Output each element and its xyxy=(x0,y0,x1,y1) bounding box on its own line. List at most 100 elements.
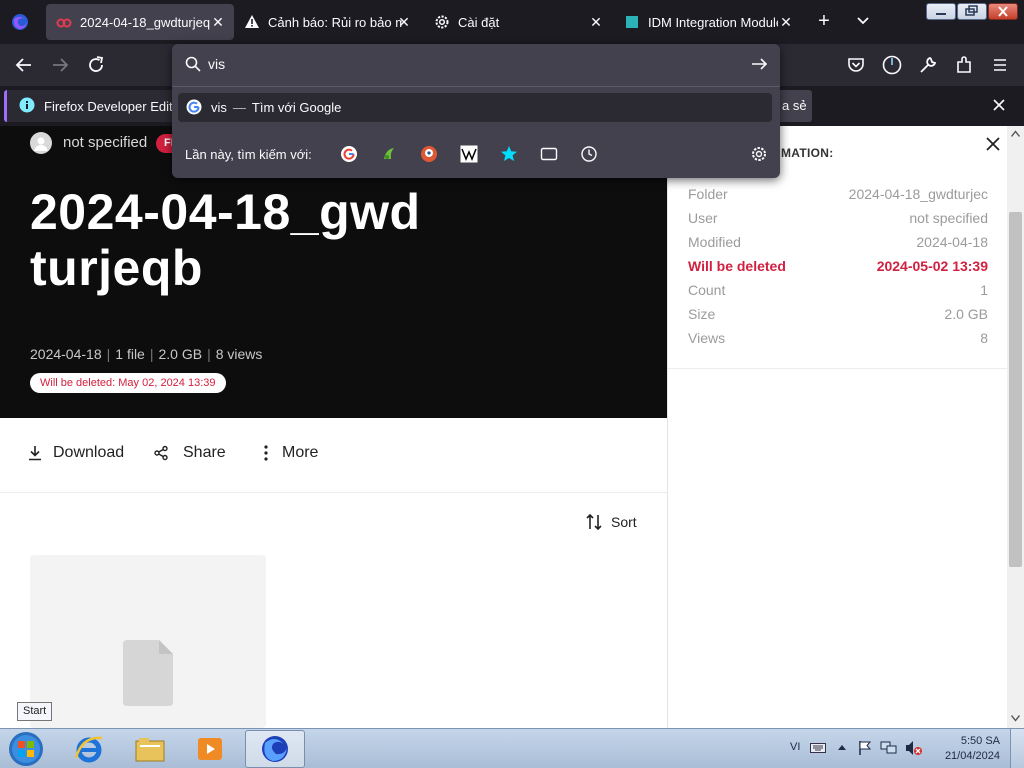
duckduckgo-icon[interactable] xyxy=(420,145,438,163)
google-icon[interactable] xyxy=(340,145,358,163)
share-label: Share xyxy=(183,444,226,461)
extensions-icon[interactable] xyxy=(952,53,976,77)
more-button[interactable]: More xyxy=(258,444,318,462)
bookmarks-star-icon[interactable] xyxy=(500,145,518,163)
share-button[interactable]: Share xyxy=(153,444,226,462)
language-indicator[interactable]: VI xyxy=(790,741,800,753)
search-with-label: Lần này, tìm kiếm với: xyxy=(185,147,312,162)
action-center-flag-icon[interactable] xyxy=(857,740,873,756)
meta-file-count: 1 file xyxy=(115,346,145,362)
tab-settings[interactable]: Cài đặt ✕ xyxy=(426,4,612,40)
tab-security-warning[interactable]: Cảnh báo: Rủi ro bảo mật ✕ xyxy=(236,4,420,40)
info-row-size: Size 2.0 GB xyxy=(688,302,988,326)
deletion-pill: Will be deleted: May 02, 2024 13:39 xyxy=(30,373,226,393)
divider xyxy=(668,368,1007,369)
forward-button[interactable] xyxy=(48,53,72,77)
show-desktop-button[interactable] xyxy=(1010,729,1024,768)
cloud-link-icon xyxy=(56,14,72,30)
info-row-folder: Folder 2024-04-18_gwdturjec xyxy=(688,182,988,206)
info-value: 1 xyxy=(980,282,988,298)
restore-window-button[interactable] xyxy=(957,3,987,20)
info-row-will-be-deleted: Will be deleted 2024-05-02 13:39 xyxy=(688,254,988,278)
warning-triangle-icon xyxy=(244,14,260,30)
info-row-views: Views 8 xyxy=(688,326,988,350)
close-window-button[interactable] xyxy=(988,3,1018,20)
more-vertical-icon xyxy=(258,444,274,462)
list-tabs-button[interactable] xyxy=(852,10,874,32)
suggestion-text: vis — Tìm với Google xyxy=(211,100,341,115)
address-input[interactable] xyxy=(208,53,748,75)
history-clock-icon[interactable] xyxy=(580,145,598,163)
close-tab-icon[interactable]: ✕ xyxy=(208,12,228,32)
close-tab-icon[interactable]: ✕ xyxy=(776,12,796,32)
internet-explorer-icon[interactable] xyxy=(72,732,106,766)
show-hidden-icons-icon[interactable] xyxy=(836,742,848,754)
download-button[interactable]: Download xyxy=(26,444,124,462)
file-meta: 2024-04-18 | 1 file | 2.0 GB | 8 views xyxy=(30,346,262,362)
avatar xyxy=(30,132,52,154)
keyboard-icon[interactable] xyxy=(810,742,826,754)
file-thumbnail-card[interactable] xyxy=(30,555,266,728)
tab-strip: 2024-04-18_gwdturjeqb | ✕ Cảnh báo: Rủi … xyxy=(0,0,1024,44)
info-label: Folder xyxy=(688,186,728,202)
action-toolbar: Download Share More xyxy=(0,418,667,493)
lucky-green-icon[interactable] xyxy=(380,145,398,163)
scroll-down-arrow-icon[interactable] xyxy=(1011,714,1020,722)
meta-separator: | xyxy=(149,346,154,362)
meta-separator: | xyxy=(106,346,111,362)
back-button[interactable] xyxy=(12,53,36,77)
scroll-up-arrow-icon[interactable] xyxy=(1011,130,1020,138)
tab-idm-module[interactable]: IDM Integration Module ext ✕ xyxy=(616,4,802,40)
close-notification-icon[interactable] xyxy=(990,96,1008,114)
new-tab-button[interactable]: + xyxy=(813,10,835,32)
tab-dl-page[interactable]: 2024-04-18_gwdturjeqb | ✕ xyxy=(46,4,234,40)
tab-title: 2024-04-18_gwdturjeqb | xyxy=(80,14,210,30)
page-scrollbar[interactable] xyxy=(1007,126,1024,728)
sort-button[interactable]: Sort xyxy=(585,512,637,532)
file-icon xyxy=(123,640,173,706)
wikipedia-icon[interactable] xyxy=(460,145,478,163)
firefox-taskbar-button[interactable] xyxy=(245,730,305,768)
info-row-count: Count 1 xyxy=(688,278,988,302)
pocket-icon[interactable] xyxy=(844,53,868,77)
app-menu-icon[interactable] xyxy=(988,53,1012,77)
tabs-icon[interactable] xyxy=(540,145,558,163)
search-icon xyxy=(184,55,202,73)
search-settings-gear-icon[interactable] xyxy=(750,145,768,163)
divider xyxy=(172,86,780,87)
clock[interactable]: 5:50 SA 21/04/2024 xyxy=(930,734,1000,764)
network-icon[interactable] xyxy=(880,740,898,756)
more-label: More xyxy=(282,444,319,461)
info-label: Views xyxy=(688,330,726,346)
start-tooltip: Start xyxy=(17,702,53,721)
info-value: 2024-05-02 13:39 xyxy=(876,258,988,274)
suggestion-row[interactable]: vis — Tìm với Google xyxy=(178,93,772,122)
file-explorer-icon[interactable] xyxy=(133,733,167,765)
minimize-window-button[interactable] xyxy=(926,3,956,20)
info-value: 2024-04-18 xyxy=(916,234,988,250)
windows-taskbar: VI 5:50 SA 21/04/2024 xyxy=(0,728,1024,768)
start-button[interactable] xyxy=(6,729,46,768)
go-arrow-icon[interactable] xyxy=(750,55,768,73)
info-row-modified: Modified 2024-04-18 xyxy=(688,230,988,254)
clock-time: 5:50 SA xyxy=(960,735,1000,747)
info-value: 8 xyxy=(980,330,988,346)
media-player-icon[interactable] xyxy=(194,733,226,765)
gear-icon xyxy=(434,14,450,30)
address-bar-popup: vis — Tìm với Google Lần này, tìm kiếm v… xyxy=(172,44,780,178)
info-row-user: User not specified xyxy=(688,206,988,230)
info-value: not specified xyxy=(909,210,988,226)
close-tab-icon[interactable]: ✕ xyxy=(586,12,606,32)
download-icon xyxy=(26,444,44,462)
meta-views: 8 views xyxy=(215,346,263,362)
close-tab-icon[interactable]: ✕ xyxy=(394,12,414,32)
close-sidebar-icon[interactable] xyxy=(984,135,1002,153)
scroll-thumb[interactable] xyxy=(1009,212,1022,567)
volume-muted-icon[interactable] xyxy=(905,740,923,756)
puzzle-icon xyxy=(624,14,640,30)
meta-size: 2.0 GB xyxy=(158,346,203,362)
reload-button[interactable] xyxy=(84,53,108,77)
wrench-icon[interactable] xyxy=(916,53,940,77)
google-icon xyxy=(186,99,202,115)
account-icon[interactable] xyxy=(880,53,904,77)
